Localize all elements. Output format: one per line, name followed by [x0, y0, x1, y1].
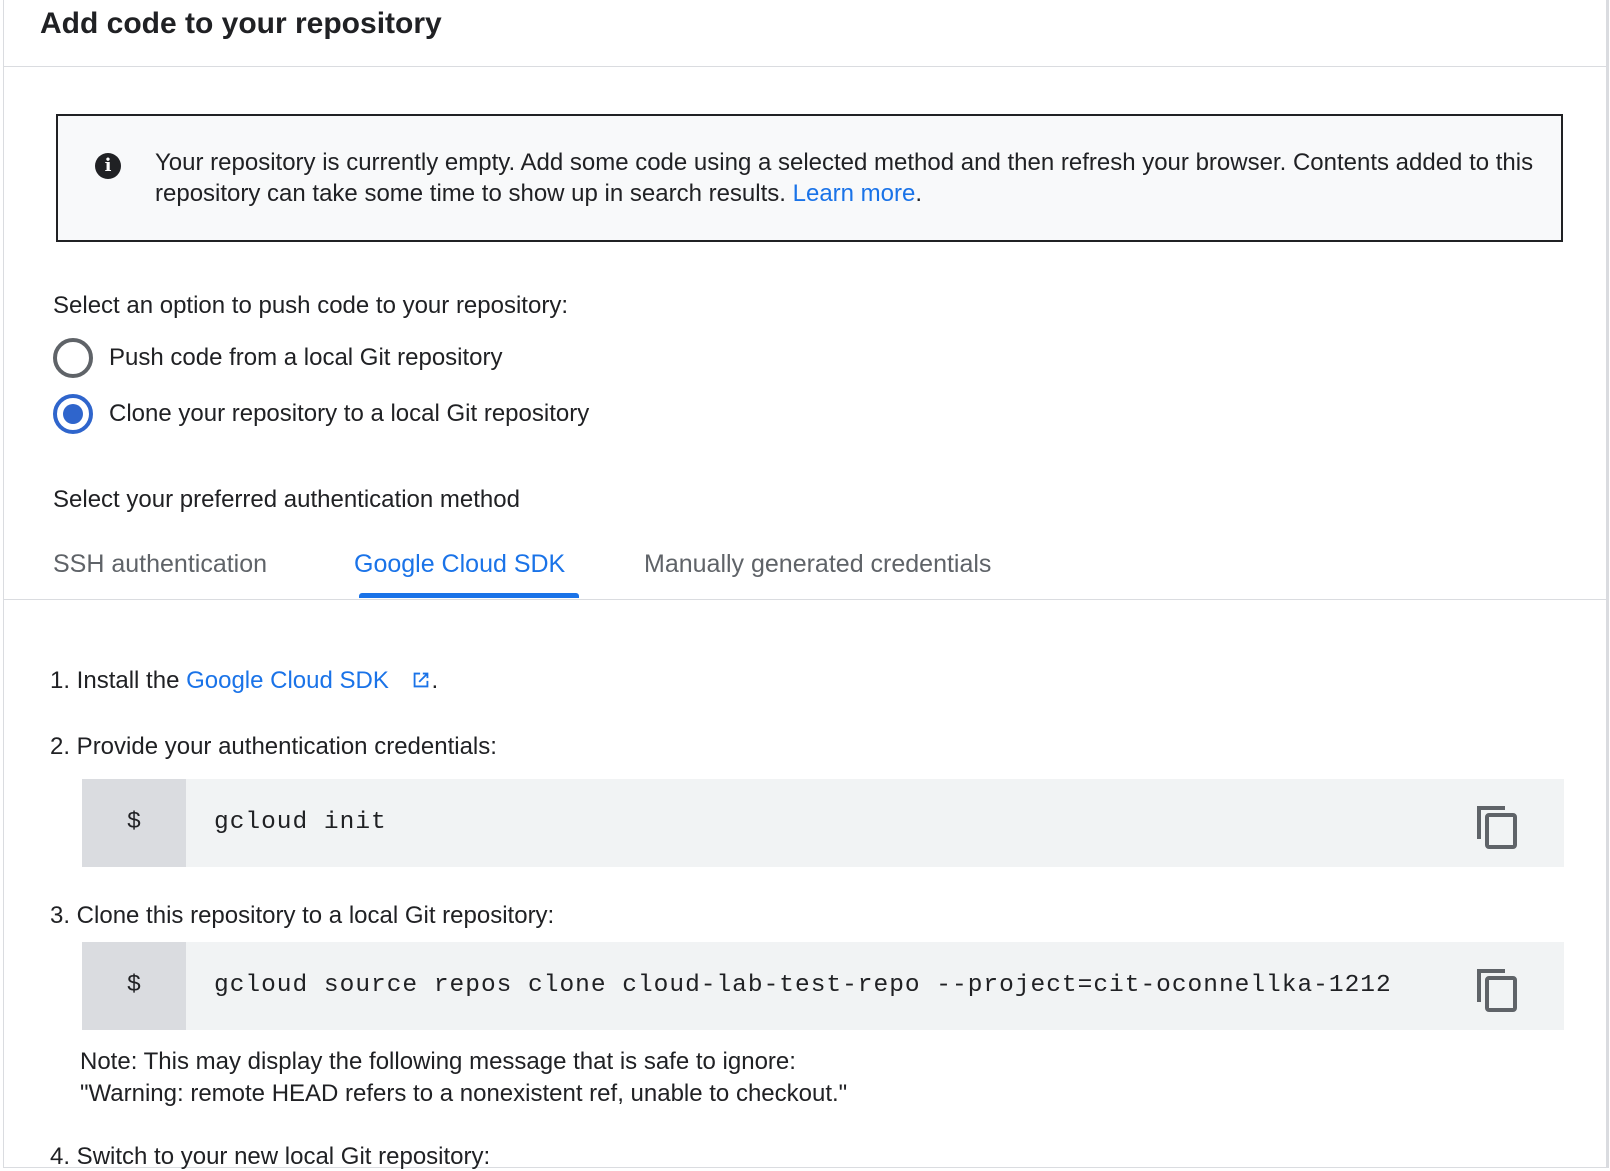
step-2: 2. Provide your authentication credentia…	[50, 733, 497, 760]
add-code-panel: Add code to your repository i Your repos…	[3, 0, 1609, 1170]
google-cloud-sdk-link[interactable]: Google Cloud SDK	[186, 667, 389, 694]
tabs-divider	[4, 599, 1606, 600]
command-text[interactable]: gcloud init	[214, 779, 387, 867]
step-1: 1. Install the Google Cloud SDK .	[50, 667, 439, 694]
radio-clone-local-label[interactable]: Clone your repository to a local Git rep…	[109, 400, 589, 428]
page-title: Add code to your repository	[40, 7, 442, 40]
step-3: 3. Clone this repository to a local Git …	[50, 902, 555, 929]
radio-push-local-label[interactable]: Push code from a local Git repository	[109, 344, 503, 372]
active-tab-indicator	[359, 593, 579, 598]
divider	[4, 66, 1606, 67]
radio-clone-local[interactable]	[53, 394, 93, 434]
prompt-symbol: $	[82, 779, 186, 867]
tab-manual-credentials[interactable]: Manually generated credentials	[644, 550, 991, 579]
note-line-1: Note: This may display the following mes…	[80, 1048, 796, 1075]
tab-google-cloud-sdk[interactable]: Google Cloud SDK	[354, 550, 565, 579]
code-block-clone: $ gcloud source repos clone cloud-lab-te…	[82, 942, 1564, 1030]
tab-ssh-authentication[interactable]: SSH authentication	[53, 550, 267, 579]
info-banner: i Your repository is currently empty. Ad…	[56, 114, 1563, 242]
code-block-gcloud-init: $ gcloud init	[82, 779, 1564, 867]
auth-method-label: Select your preferred authentication met…	[53, 486, 520, 513]
learn-more-link[interactable]: Learn more	[793, 180, 916, 207]
info-icon: i	[95, 153, 121, 179]
copy-icon[interactable]	[1477, 805, 1517, 849]
step-4: 4. Switch to your new local Git reposito…	[50, 1143, 491, 1170]
prompt-symbol: $	[82, 942, 186, 1030]
external-link-icon[interactable]	[410, 669, 432, 691]
note-line-2: "Warning: remote HEAD refers to a nonexi…	[80, 1080, 848, 1107]
command-text[interactable]: gcloud source repos clone cloud-lab-test…	[214, 942, 1392, 1030]
info-text: Your repository is currently empty. Add …	[155, 149, 1534, 207]
push-option-label: Select an option to push code to your re…	[53, 292, 568, 319]
radio-push-local[interactable]	[53, 338, 93, 378]
copy-icon[interactable]	[1477, 968, 1517, 1012]
